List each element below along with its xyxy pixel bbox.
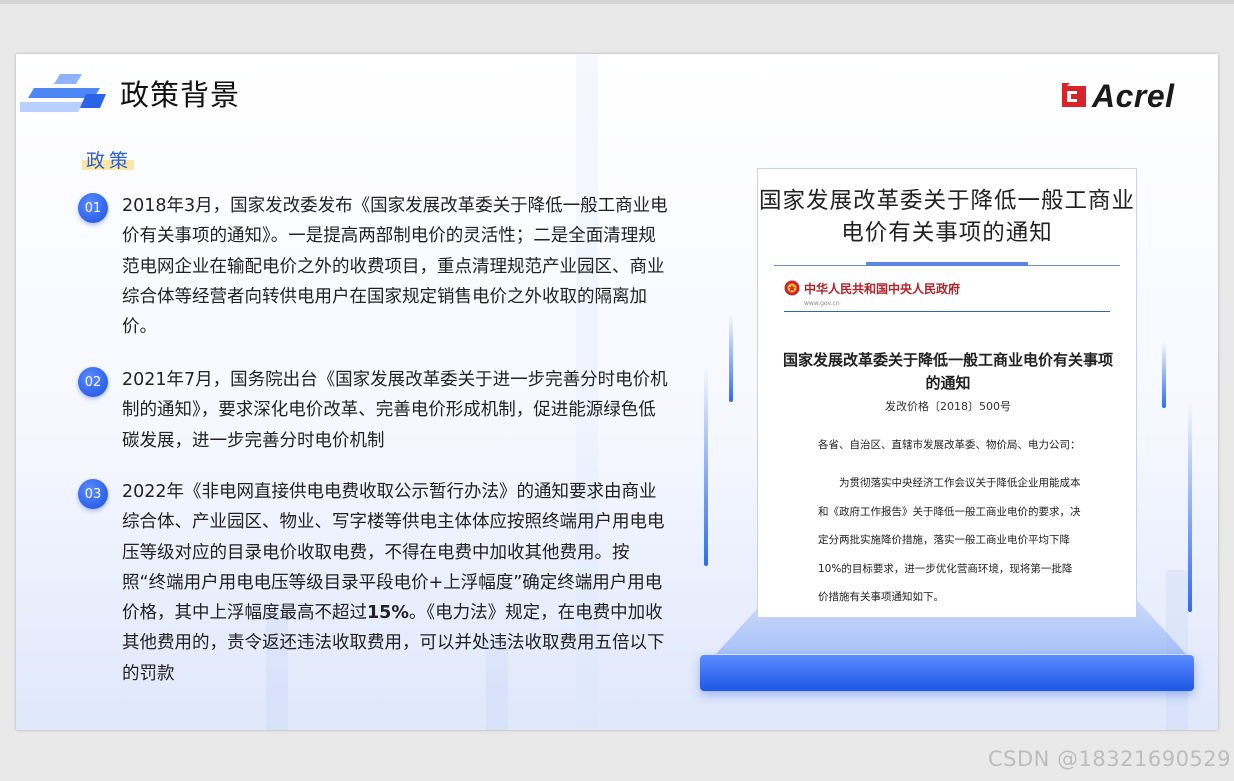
doc-body: 为贯彻落实中央经济工作会议关于降低企业用能成本和《政府工作报告》关于降低一般工商… bbox=[818, 477, 1081, 603]
card-title: 国家发展改革委关于降低一般工商业电价有关事项的通知 bbox=[758, 188, 1135, 246]
decor-pillar bbox=[704, 366, 708, 566]
policy-text-main: 2021年7月，国务院出台《国家发展改革委关于进一步完善分时电价机制的通知》，要… bbox=[122, 370, 668, 451]
national-emblem-icon bbox=[784, 280, 800, 296]
doc-header: 中华人民共和国中央人民政府 bbox=[784, 279, 960, 297]
top-strip bbox=[0, 0, 1234, 4]
acrel-logo-icon bbox=[1062, 83, 1086, 107]
number-badge: 03 bbox=[78, 479, 108, 509]
policy-text-main: 2018年3月，国家发改委发布《国家发展改革委关于降低一般工商业电价有关事项的通… bbox=[122, 196, 668, 338]
policy-text: 2018年3月，国家发改委发布《国家发展改革委关于降低一般工商业电价有关事项的通… bbox=[122, 191, 672, 342]
watermark: CSDN @18321690529 bbox=[988, 747, 1232, 771]
number-badge: 01 bbox=[78, 193, 108, 223]
policy-text-main: 2022年《非电网直接供电电费收取公示暂行办法》的通知要求由商业综合体、产业园区… bbox=[122, 482, 665, 624]
policy-text: 2021年7月，国务院出台《国家发展改革委关于进一步完善分时电价机制的通知》，要… bbox=[122, 365, 672, 456]
acrel-logo: Acrel bbox=[1062, 77, 1175, 114]
slide: 政策背景 Acrel 政策 01 2018年3月，国家发改委发布《国家发展改革委… bbox=[16, 54, 1218, 730]
doc-header-text: 中华人民共和国中央人民政府 bbox=[804, 281, 961, 296]
document-card: 国家发展改革委关于降低一般工商业电价有关事项的通知 中华人民共和国中央人民政府 … bbox=[757, 168, 1137, 618]
decor-pillar bbox=[1188, 402, 1192, 612]
logo-text: Acrel bbox=[1092, 77, 1175, 114]
policy-text-bold: 15% bbox=[367, 603, 409, 624]
decor-pillar bbox=[729, 314, 733, 402]
number-badge: 02 bbox=[78, 367, 108, 397]
doc-number: 发改价格〔2018〕500号 bbox=[885, 400, 1011, 413]
document-image: 中华人民共和国中央人民政府 www.gov.cn 国家发展改革委关于降低一般工商… bbox=[780, 273, 1116, 603]
pedestal bbox=[700, 655, 1194, 691]
card-divider-highlight bbox=[866, 262, 1028, 266]
doc-title: 国家发展改革委关于降低一般工商业电价有关事项的通知 bbox=[782, 351, 1113, 392]
decor-pillar bbox=[1162, 342, 1166, 408]
doc-url: www.gov.cn bbox=[804, 300, 840, 307]
title-decoration-icon bbox=[20, 74, 106, 112]
policy-text: 2022年《非电网直接供电电费收取公示暂行办法》的通知要求由商业综合体、产业园区… bbox=[122, 477, 672, 689]
doc-rule bbox=[784, 311, 1110, 312]
section-tag: 政策 bbox=[86, 150, 133, 172]
page-title: 政策背景 bbox=[120, 78, 241, 112]
doc-addressee: 各省、自治区、直辖市发展改革委、物价局、电力公司： bbox=[818, 439, 1081, 451]
